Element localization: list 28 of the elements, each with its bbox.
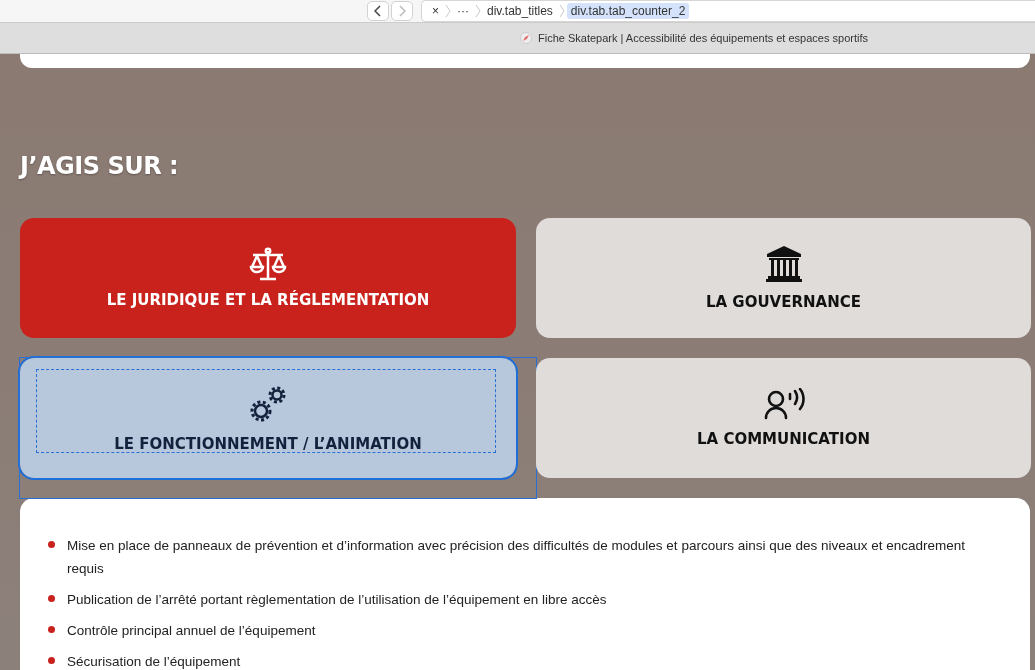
- breadcrumb-item[interactable]: ×: [428, 3, 443, 19]
- chevron-left-icon: [374, 5, 382, 17]
- chevron-separator-icon: [558, 4, 565, 18]
- back-button[interactable]: [367, 1, 389, 21]
- bullet-icon: [48, 657, 55, 664]
- category-tab[interactable]: LA COMMUNICATION: [536, 358, 1031, 478]
- person-speaking-icon: [762, 388, 805, 420]
- category-tab[interactable]: LE JURIDIQUE ET LA RÉGLEMENTATION: [20, 218, 516, 338]
- category-tab[interactable]: LE FONCTIONNEMENT / L’ANIMATION: [20, 358, 516, 478]
- section-heading: J’AGIS SUR :: [20, 152, 180, 182]
- bullet-icon: [48, 541, 55, 548]
- bullet-icon: [48, 595, 55, 602]
- tab-title[interactable]: Fiche Skatepark | Accessibilité des équipements et espaces sportifs: [538, 32, 868, 44]
- compass-icon: [520, 32, 532, 44]
- chevron-separator-icon: [475, 4, 481, 18]
- chevron-right-icon: [398, 5, 406, 17]
- list-item: Mise en place de panneaux de prévention et d’information avec précision des difficultés de modules et parcours ainsi que des niveaux et encadrement requis: [67, 537, 967, 578]
- columns-building-icon: [763, 245, 804, 283]
- list-item: Contrôle principal annuel de l’équipement: [67, 622, 316, 640]
- list-item: Publication de l’arrêté portant règlementation de l’utilisation de l’équipement en libre accès: [67, 591, 607, 609]
- category-tab[interactable]: LA GOUVERNANCE: [536, 218, 1031, 338]
- breadcrumb-item[interactable]: ···: [453, 3, 473, 19]
- breadcrumb-item[interactable]: div.tab_titles: [483, 3, 557, 19]
- scales-icon: [248, 247, 288, 281]
- breadcrumb-item[interactable]: div.tab.tab_counter_2: [566, 3, 690, 19]
- list-item: Sécurisation de l’équipement: [67, 653, 241, 670]
- chevron-separator-icon: [445, 4, 451, 18]
- bullet-icon: [48, 626, 55, 633]
